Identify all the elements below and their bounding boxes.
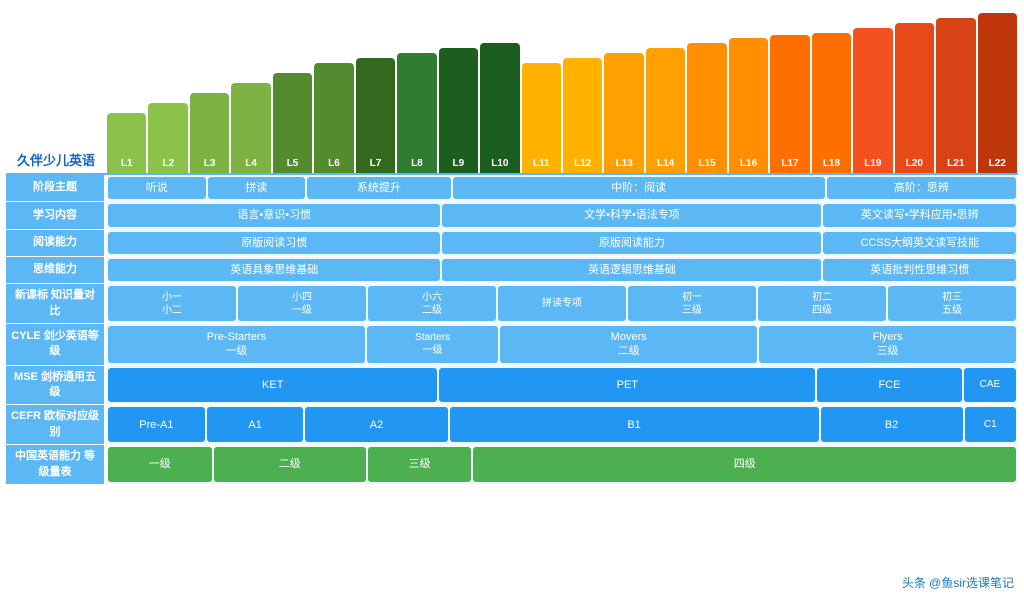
cell-r7-c2: A2 (305, 407, 447, 442)
cell-r5-c1: Starters 一级 (367, 326, 498, 363)
cell-r4-c3: 拼读专项 (498, 286, 626, 321)
cell-r3-c2: 英语批判性思维习惯 (823, 259, 1016, 281)
row-label-7: CEFR 欧标对应级别 (6, 405, 106, 445)
cell-r3-c0: 英语具象思维基础 (108, 259, 440, 281)
cell-r8-c3: 四级 (473, 447, 1016, 482)
cell-r7-c4: B2 (821, 407, 963, 442)
cell-r6-c1: PET (439, 368, 815, 403)
level-bar-l8: L8 (397, 53, 436, 173)
row-label-2: 阅读能力 (6, 230, 106, 257)
cell-r8-c0: 一级 (108, 447, 212, 482)
row-label-0: 阶段主题 (6, 175, 106, 202)
level-bar-l5: L5 (273, 73, 312, 173)
cell-r6-c2: FCE (817, 368, 962, 403)
row-content-6: KETPETFCECAE (106, 366, 1018, 406)
cell-r1-c0: 语言•意识•习惯 (108, 204, 440, 226)
cell-r4-c5: 初二 四级 (758, 286, 886, 321)
level-bar-l9: L9 (439, 48, 478, 173)
cell-r3-c1: 英语逻辑思维基础 (442, 259, 821, 281)
level-bar-l12: L12 (563, 58, 602, 173)
level-bar-l1: L1 (107, 113, 146, 173)
level-bar-l17: L17 (770, 35, 809, 173)
grid-table: 阶段主题听说拼读系统提升中阶：阅读高阶：思辨学习内容语言•意识•习惯文学•科学•… (6, 173, 1018, 485)
watermark: 头条 @鱼sir选课笔记 (902, 574, 1014, 591)
cell-r4-c6: 初三 五级 (888, 286, 1016, 321)
cell-r8-c1: 二级 (214, 447, 366, 482)
cell-r0-c4: 高阶：思辨 (827, 177, 1016, 199)
cell-r1-c2: 英文读写•学科应用•思辨 (823, 204, 1016, 226)
cell-r4-c1: 小四 一级 (238, 286, 366, 321)
row-content-4: 小一 小二小四 一级小六 二级拼读专项初一 三级初二 四级初三 五级 (106, 284, 1018, 324)
row-label-8: 中国英语能力 等级量表 (6, 445, 106, 485)
cell-r2-c2: CCSS大纲英文读写技能 (823, 232, 1016, 254)
level-bar-l7: L7 (356, 58, 395, 173)
cell-r8-c2: 三级 (368, 447, 472, 482)
cell-r6-c3: CAE (964, 368, 1016, 403)
row-label-6: MSE 剑桥通用五级 (6, 366, 106, 406)
row-content-3: 英语具象思维基础英语逻辑思维基础英语批判性思维习惯 (106, 257, 1018, 284)
cell-r0-c2: 系统提升 (307, 177, 450, 199)
cell-r2-c0: 原版阅读习惯 (108, 232, 440, 254)
level-bar-l22: L22 (978, 13, 1017, 173)
cell-r4-c0: 小一 小二 (108, 286, 236, 321)
level-bar-l21: L21 (936, 18, 975, 173)
row-content-8: 一级二级三级四级 (106, 445, 1018, 485)
level-bar-l19: L19 (853, 28, 892, 173)
cell-r2-c1: 原版阅读能力 (442, 232, 821, 254)
level-bar-l14: L14 (646, 48, 685, 173)
cell-r7-c0: Pre-A1 (108, 407, 205, 442)
level-bar-l15: L15 (687, 43, 726, 173)
cell-r7-c1: A1 (207, 407, 304, 442)
cell-r0-c0: 听说 (108, 177, 206, 199)
row-label-1: 学习内容 (6, 202, 106, 229)
cell-r5-c0: Pre-Starters 一级 (108, 326, 365, 363)
level-bar-l3: L3 (190, 93, 229, 173)
brand-label: 久伴少儿英语 (6, 150, 106, 173)
level-bar-l11: L11 (522, 63, 561, 173)
level-bar-l16: L16 (729, 38, 768, 173)
cell-r7-c3: B1 (450, 407, 819, 442)
cell-r5-c2: Movers 二级 (500, 326, 757, 363)
row-label-3: 思维能力 (6, 257, 106, 284)
cell-r4-c2: 小六 二级 (368, 286, 496, 321)
cell-r4-c4: 初一 三级 (628, 286, 756, 321)
row-content-2: 原版阅读习惯原版阅读能力CCSS大纲英文读写技能 (106, 230, 1018, 257)
levels-row: L1L2L3L4L5L6L7L8L9L10L11L12L13L14L15L16L… (106, 8, 1018, 173)
cell-r7-c5: C1 (965, 407, 1016, 442)
cell-r1-c1: 文学•科学•语法专项 (442, 204, 821, 226)
row-label-4: 新课标 知识量对比 (6, 284, 106, 324)
level-bar-l6: L6 (314, 63, 353, 173)
level-bar-l13: L13 (604, 53, 643, 173)
row-content-0: 听说拼读系统提升中阶：阅读高阶：思辨 (106, 175, 1018, 202)
row-label-5: CYLE 剑少英语等级 (6, 324, 106, 366)
level-bar-l2: L2 (148, 103, 187, 173)
cell-r5-c3: Flyers 三级 (759, 326, 1016, 363)
row-content-5: Pre-Starters 一级Starters 一级Movers 二级Flyer… (106, 324, 1018, 366)
cell-r6-c0: KET (108, 368, 437, 403)
row-content-7: Pre-A1A1A2B1B2C1 (106, 405, 1018, 445)
row-content-1: 语言•意识•习惯文学•科学•语法专项英文读写•学科应用•思辨 (106, 202, 1018, 229)
level-bar-l4: L4 (231, 83, 270, 173)
cell-r0-c3: 中阶：阅读 (453, 177, 825, 199)
level-bar-l18: L18 (812, 33, 851, 173)
level-bar-l20: L20 (895, 23, 934, 173)
level-bar-l10: L10 (480, 43, 519, 173)
cell-r0-c1: 拼读 (208, 177, 306, 199)
